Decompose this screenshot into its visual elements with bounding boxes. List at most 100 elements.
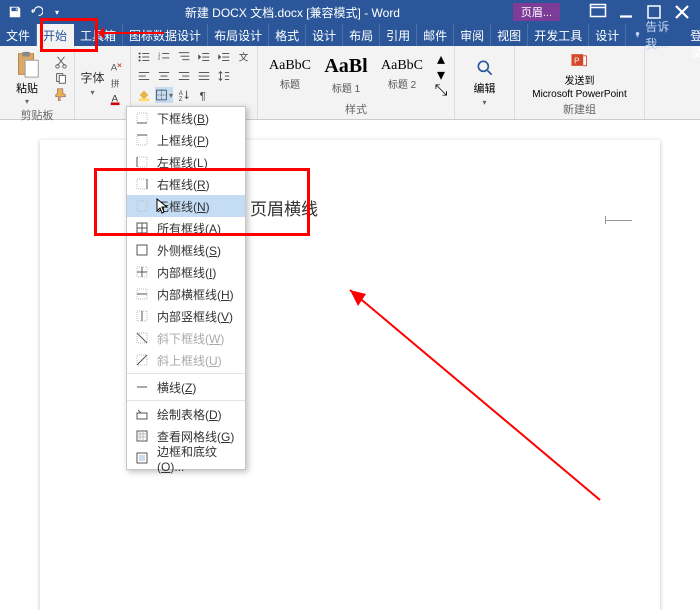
ribbon-options-icon[interactable] <box>586 2 610 22</box>
undo-icon[interactable] <box>27 3 45 21</box>
menu-item-border: 斜上框线(U) <box>127 349 245 371</box>
copy-icon[interactable] <box>52 71 70 85</box>
tab-icon-data[interactable]: 图标数据设计 <box>123 24 208 46</box>
menu-item-border[interactable]: 上框线(P) <box>127 129 245 151</box>
align-center-icon[interactable] <box>155 68 173 84</box>
svg-text:A: A <box>110 62 117 73</box>
menu-item-border[interactable]: 左框线(L) <box>127 151 245 173</box>
tab-developer[interactable]: 开发工具 <box>528 24 589 46</box>
border-icon <box>135 199 149 213</box>
ribbon-tabs: 文件 开始 工具箱 图标数据设计 布局设计 格式 设计 布局 引用 邮件 审阅 … <box>0 24 700 46</box>
find-button[interactable]: 编辑▾ <box>474 58 496 107</box>
sort-icon[interactable]: AZ <box>175 87 193 103</box>
border-icon <box>135 221 149 235</box>
menu-item-border[interactable]: 无框线(N) <box>127 195 245 217</box>
line-spacing-icon[interactable] <box>215 68 233 84</box>
align-right-icon[interactable] <box>175 68 193 84</box>
save-icon[interactable] <box>6 3 24 21</box>
clipboard-group: 粘贴 ▾ 剪贴板 <box>0 46 75 119</box>
tab-mailings[interactable]: 邮件 <box>417 24 454 46</box>
tab-layout[interactable]: 布局 <box>343 24 380 46</box>
menu-item-border[interactable]: 所有框线(A) <box>127 217 245 239</box>
tab-file[interactable]: 文件 <box>0 24 37 46</box>
format-painter-icon[interactable] <box>52 87 70 101</box>
border-icon <box>135 331 149 345</box>
tab-view[interactable]: 视图 <box>491 24 528 46</box>
title-bar: ▾ 新建 DOCX 文档.docx [兼容模式] - Word 页眉... <box>0 0 700 24</box>
border-icon <box>135 380 149 394</box>
cut-icon[interactable] <box>52 55 70 69</box>
menu-item-border[interactable]: 内部竖框线(V) <box>127 305 245 327</box>
shading-icon[interactable] <box>135 87 153 103</box>
tab-references[interactable]: 引用 <box>380 24 417 46</box>
svg-text:文: 文 <box>239 52 249 64</box>
styles-up-icon[interactable]: ▴ <box>432 52 450 66</box>
tab-review[interactable]: 审阅 <box>454 24 491 46</box>
tell-me-input[interactable]: 告诉我... <box>626 24 680 46</box>
font-color-icon[interactable]: A <box>107 92 125 106</box>
styles-group: AaBbC标题 AaBl标题 1 AaBbC标题 2 ▴ ▾ ⤡ 样式 <box>258 46 455 119</box>
new-group: P 发送到 Microsoft PowerPoint 新建组 <box>515 46 645 119</box>
styles-more-icon[interactable]: ⤡ <box>432 84 450 98</box>
phonetic-icon[interactable]: 拼 <box>107 76 125 90</box>
login-button[interactable]: 登录 <box>680 24 700 46</box>
border-icon <box>135 133 149 147</box>
menu-item-border[interactable]: 内部横框线(H) <box>127 283 245 305</box>
border-icon <box>135 353 149 367</box>
border-icon <box>135 265 149 279</box>
tab-layout-design[interactable]: 布局设计 <box>208 24 269 46</box>
menu-item-border: 斜下框线(W) <box>127 327 245 349</box>
menu-item-border[interactable]: 右框线(R) <box>127 173 245 195</box>
svg-text:P: P <box>574 55 580 65</box>
header-rule-mark <box>606 220 632 221</box>
header-text[interactable]: 页眉横线 <box>250 195 318 220</box>
tab-header-design[interactable]: 设计 <box>589 24 626 46</box>
clear-format-icon[interactable]: A <box>107 60 125 74</box>
menu-item-border[interactable]: 内部框线(I) <box>127 261 245 283</box>
menu-item-border[interactable]: 下框线(B) <box>127 107 245 129</box>
border-icon <box>135 287 149 301</box>
style-heading2[interactable]: AaBbC标题 2 <box>374 51 430 99</box>
font-dropdown[interactable]: 字体▾ <box>80 69 104 97</box>
quick-access-toolbar: ▾ <box>0 3 72 21</box>
menu-item-border[interactable]: 绘制表格(D) <box>127 403 245 425</box>
menu-item-border[interactable]: 边框和底纹(O)... <box>127 447 245 469</box>
borders-dropdown-menu: 下框线(B)上框线(P)左框线(L)右框线(R)无框线(N)所有框线(A)外侧框… <box>126 106 246 470</box>
menu-item-border[interactable]: 外侧框线(S) <box>127 239 245 261</box>
border-icon <box>135 429 149 443</box>
window-controls <box>580 2 700 22</box>
asian-layout-icon[interactable]: 文 <box>235 49 253 65</box>
qat-customize-icon[interactable]: ▾ <box>48 3 66 21</box>
multilevel-icon[interactable] <box>175 49 193 65</box>
align-justify-icon[interactable] <box>195 68 213 84</box>
border-icon <box>135 155 149 169</box>
borders-dropdown[interactable]: ▾ <box>155 87 173 103</box>
indent-dec-icon[interactable] <box>195 49 213 65</box>
send-to-powerpoint-button[interactable]: P 发送到 Microsoft PowerPoint <box>532 50 626 100</box>
border-icon <box>135 407 149 421</box>
contextual-tab-header: 页眉... <box>513 3 560 21</box>
numbering-icon[interactable]: 12 <box>155 49 173 65</box>
indent-inc-icon[interactable] <box>215 49 233 65</box>
tab-design[interactable]: 设计 <box>306 24 343 46</box>
style-heading1[interactable]: AaBl标题 1 <box>318 51 374 99</box>
annotation-arrow <box>100 32 164 34</box>
border-icon <box>135 309 149 323</box>
show-marks-icon[interactable]: ¶ <box>195 87 213 103</box>
style-title[interactable]: AaBbC标题 <box>262 51 318 99</box>
tab-format[interactable]: 格式 <box>269 24 306 46</box>
close-icon[interactable] <box>670 2 694 22</box>
styles-down-icon[interactable]: ▾ <box>432 68 450 82</box>
align-left-icon[interactable] <box>135 68 153 84</box>
editing-group: 编辑▾ <box>455 46 515 119</box>
svg-text:2: 2 <box>158 56 161 61</box>
window-title: 新建 DOCX 文档.docx [兼容模式] - Word <box>72 4 513 21</box>
tab-home[interactable]: 开始 <box>37 24 74 46</box>
paste-button[interactable]: 粘贴 ▾ <box>4 49 50 106</box>
svg-text:拼: 拼 <box>110 77 119 88</box>
bullets-icon[interactable] <box>135 49 153 65</box>
minimize-icon[interactable] <box>614 2 638 22</box>
svg-text:¶: ¶ <box>200 90 206 102</box>
menu-item-border[interactable]: 横线(Z) <box>127 376 245 398</box>
border-icon <box>135 111 149 125</box>
